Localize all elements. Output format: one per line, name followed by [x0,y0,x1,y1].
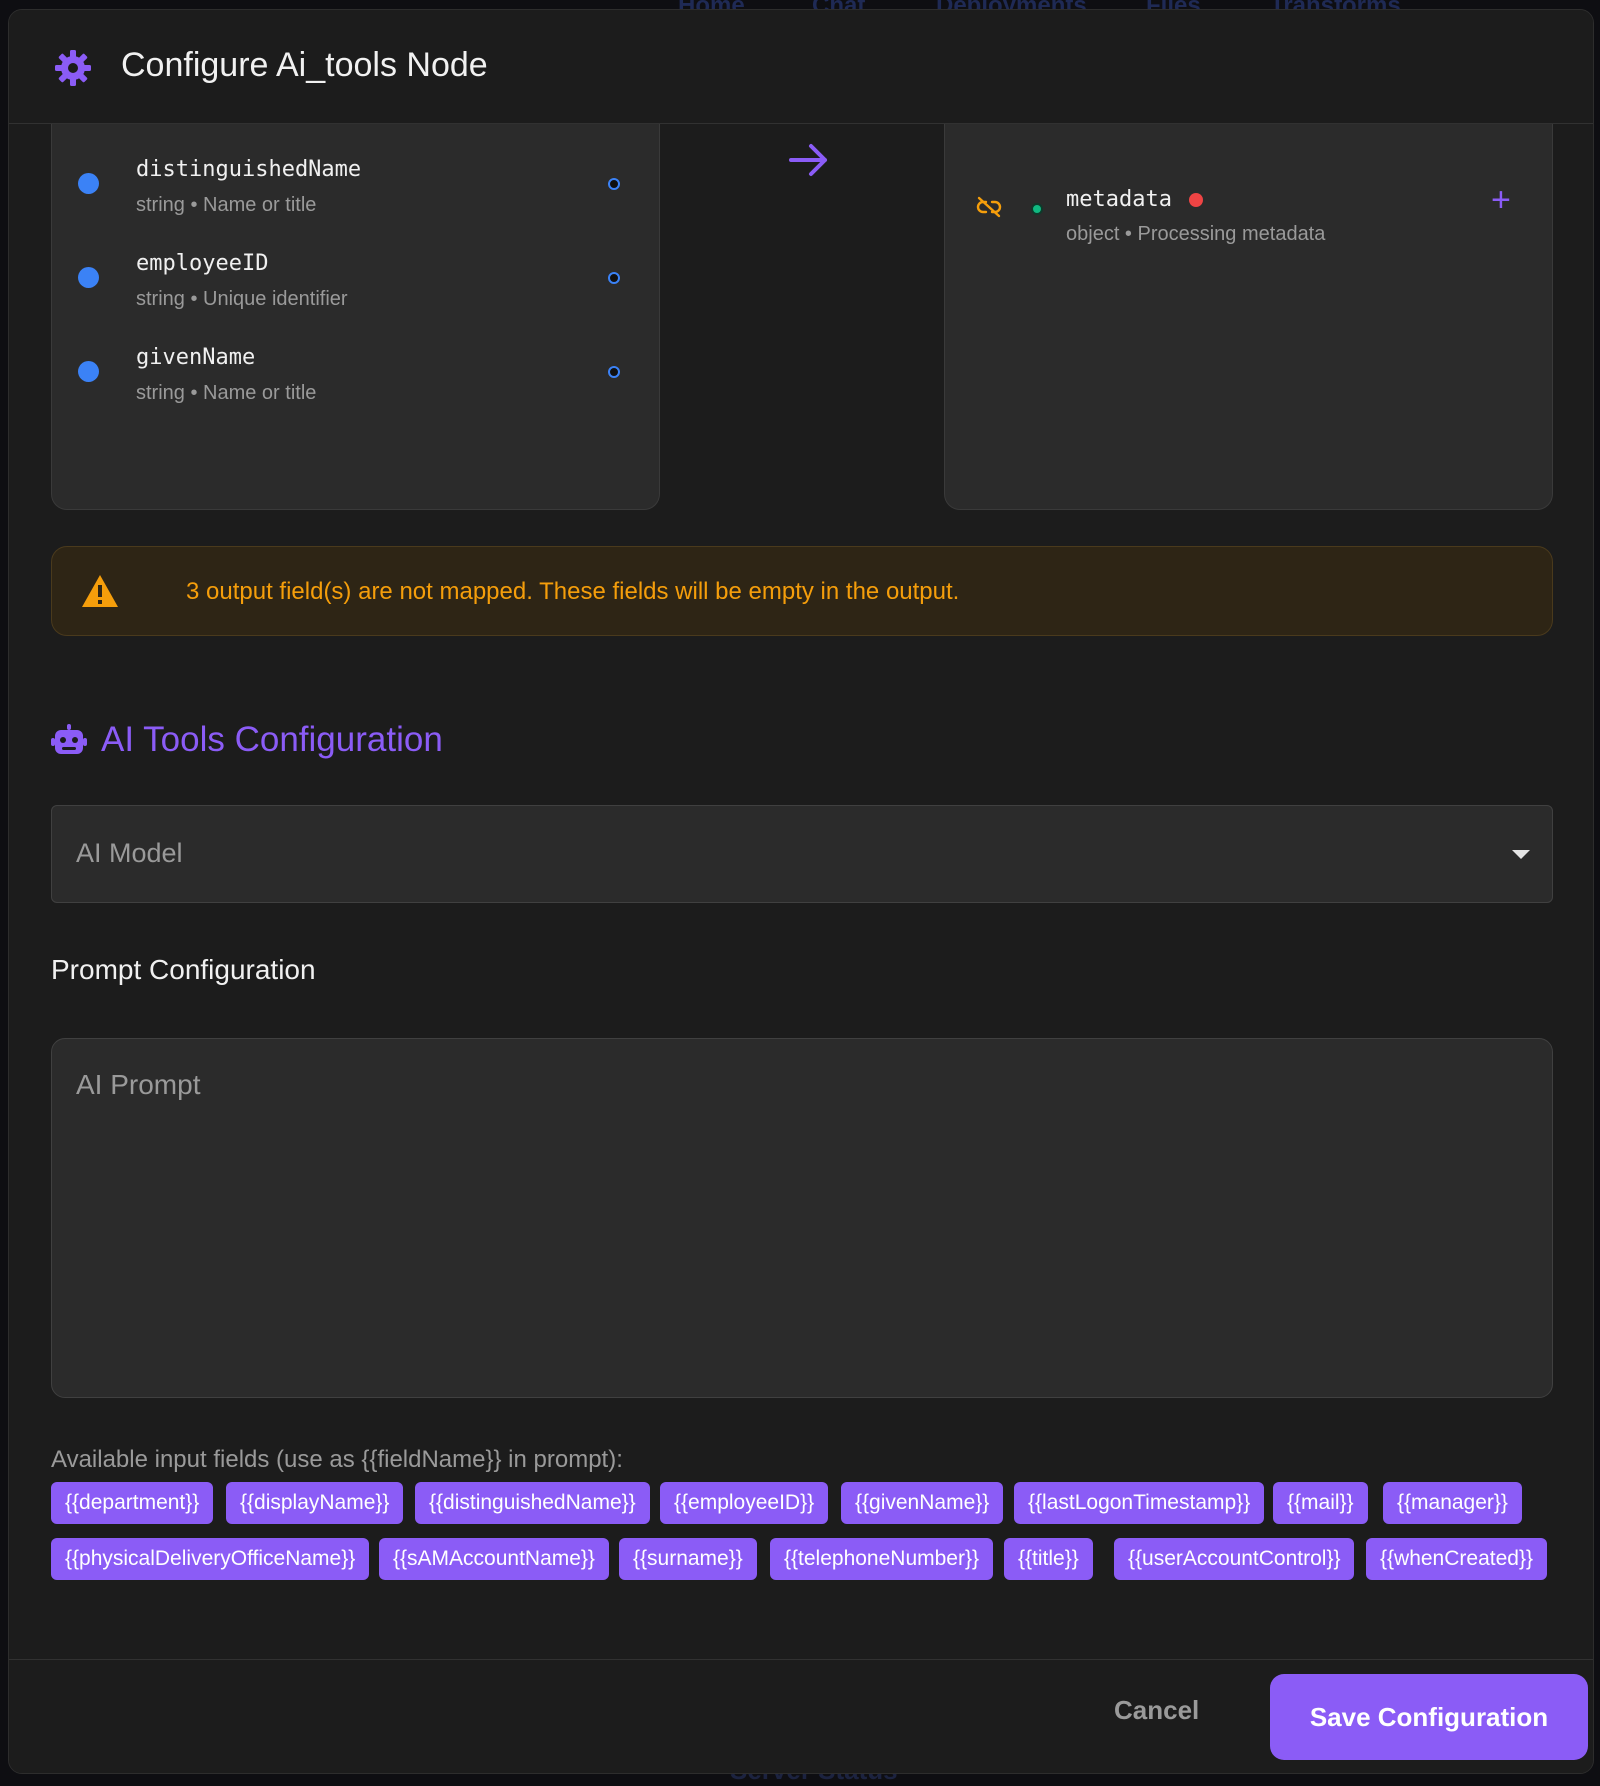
field-chip[interactable]: {{manager}} [1383,1482,1522,1524]
modal-header: Configure Ai_tools Node [9,10,1593,124]
available-fields-label: Available input fields (use as {{fieldNa… [51,1446,623,1473]
field-chip[interactable]: {{whenCreated}} [1366,1538,1547,1580]
output-fields-panel: metadata object • Processing metadata + [944,70,1553,510]
ai-model-select[interactable]: AI Model [51,805,1553,903]
ai-prompt-textarea[interactable]: AI Prompt [51,1038,1553,1398]
field-chip[interactable]: {{physicalDeliveryOfficeName}} [51,1538,370,1580]
output-field-name: metadata [1066,187,1172,212]
prompt-config-label: Prompt Configuration [51,954,316,985]
output-field-desc: object • Processing metadata [1066,223,1326,245]
input-field-desc: string • Unique identifier [136,288,348,310]
input-fields-panel: distinguishedName string • Name or title… [51,70,660,510]
field-chip[interactable]: {{givenName}} [841,1482,1004,1524]
input-field-item[interactable]: employeeID string • Unique identifier [52,237,659,317]
input-field-item[interactable]: givenName string • Name or title [52,331,659,411]
section-title: AI Tools Configuration [101,720,443,759]
input-field-name: distinguishedName [136,157,362,182]
unlink-icon[interactable] [975,193,1003,221]
input-field-desc: string • Name or title [136,194,317,216]
modal-content: distinguishedName string • Name or title… [9,10,1593,1773]
configure-node-modal: distinguishedName string • Name or title… [8,9,1594,1774]
plus-icon[interactable]: + [1491,181,1511,220]
output-field-item[interactable]: metadata object • Processing metadata + [945,171,1552,251]
warning-text: 3 output field(s) are not mapped. These … [186,578,960,605]
mapped-status-dot [1031,203,1043,215]
input-field-desc: string • Name or title [136,382,317,404]
cancel-button[interactable]: Cancel [1114,1695,1199,1726]
save-configuration-button[interactable]: Save Configuration [1270,1674,1588,1760]
input-type-dot [78,361,99,382]
required-indicator-dot [1189,193,1203,207]
field-chip[interactable]: {{userAccountControl}} [1114,1538,1355,1580]
robot-icon [51,724,87,754]
input-field-name: employeeID [136,251,269,276]
unmapped-warning-banner: 3 output field(s) are not mapped. These … [51,546,1553,636]
field-chip[interactable]: {{department}} [51,1482,214,1524]
input-field-item[interactable]: distinguishedName string • Name or title [52,143,659,223]
warning-triangle-icon [82,575,118,607]
connection-handle[interactable] [608,272,620,284]
modal-footer: Cancel Save Configuration [9,1659,1593,1773]
input-type-dot [78,173,99,194]
gear-icon [55,50,91,86]
field-chip[interactable]: {{employeeID}} [660,1482,829,1524]
input-field-name: givenName [136,345,256,370]
field-chip[interactable]: {{displayName}} [226,1482,404,1524]
arrow-right-icon [789,144,827,176]
field-chip[interactable]: {{mail}} [1273,1482,1368,1524]
modal-title: Configure Ai_tools Node [121,46,488,84]
ai-model-placeholder: AI Model [76,838,183,868]
connection-handle[interactable] [608,366,620,378]
caret-down-icon [1512,850,1530,859]
field-chip[interactable]: {{distinguishedName}} [415,1482,650,1524]
field-chip[interactable]: {{sAMAccountName}} [379,1538,609,1580]
input-type-dot [78,267,99,288]
field-chip[interactable]: {{title}} [1004,1538,1093,1580]
ai-prompt-placeholder: AI Prompt [76,1069,201,1100]
field-chip[interactable]: {{surname}} [619,1538,757,1580]
field-chip[interactable]: {{telephoneNumber}} [770,1538,993,1580]
field-chip[interactable]: {{lastLogonTimestamp}} [1014,1482,1265,1524]
connection-handle[interactable] [608,178,620,190]
